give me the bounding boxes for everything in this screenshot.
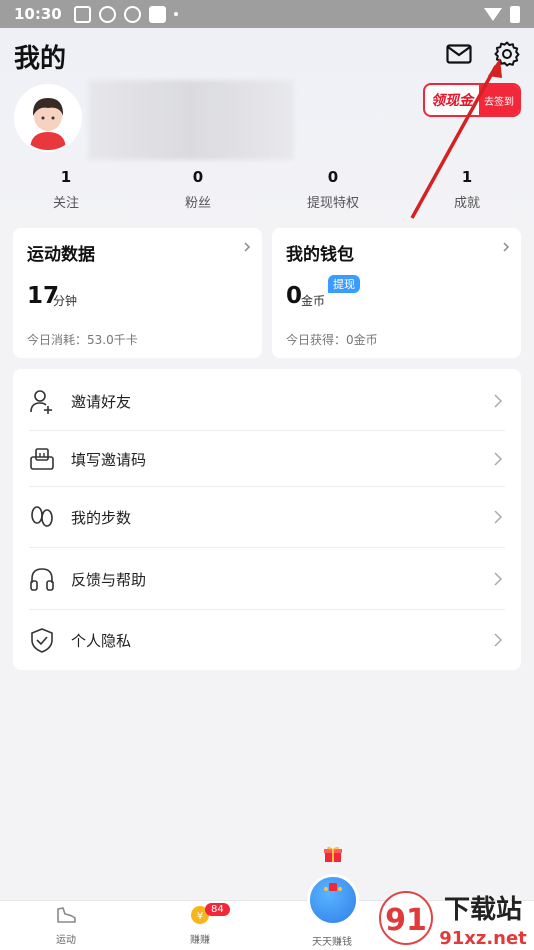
wallet-card-title: 我的钱包 [286,245,354,265]
menu-item-label: 邀请好友 [71,392,132,411]
battery-icon [510,5,520,23]
nav-tab-label: 天天赚钱 [312,937,352,948]
watermark-text-url: 91xz.net [439,928,527,949]
menu-item-feedback-help[interactable]: 反馈与帮助 [13,549,521,609]
chevron-right-icon [244,242,251,252]
wallet-today-earned: 今日获得：0金币 [286,333,378,347]
shield-check-icon [31,628,53,653]
gift-icon[interactable] [323,845,343,863]
menu-item-invite-friends[interactable]: 邀请好友 [13,371,521,431]
divider [29,547,505,548]
menu-item-invite-code[interactable]: 填写邀请码 [13,429,521,489]
wallet-coins-value: 0 [286,283,303,309]
wallet-card[interactable]: 我的钱包 提现 0 金币 今日获得：0金币 [272,228,521,358]
avatar-illustration [16,86,80,150]
stat-following[interactable]: 1 关注 [11,168,121,211]
stat-label: 关注 [52,196,79,211]
status-bar: 10:30 [0,0,534,28]
ball-decoration [324,883,342,891]
nav-tab-label: 运动 [56,935,76,946]
earn-ball-icon[interactable] [307,874,359,926]
app-notification-icon [123,5,141,23]
more-notifications-icon [173,12,178,16]
wifi-icon [484,7,502,21]
stat-value: 1 [60,168,72,186]
nav-tab-daily-earn[interactable]: 天天赚钱 [292,931,372,948]
stat-value: 0 [192,168,204,186]
chevron-right-icon [494,633,503,647]
sport-calories: 今日消耗：53.0千卡 [27,333,138,347]
headset-icon [30,568,54,591]
invite-code-icon [30,448,54,470]
app-notification-icon [98,5,116,23]
menu-item-label: 个人隐私 [71,631,132,650]
withdraw-tag[interactable]: 提现 [328,275,360,293]
sport-data-card[interactable]: 运动数据 17 分钟 今日消耗：53.0千卡 [13,228,262,358]
sport-minutes-unit: 分钟 [53,294,78,308]
svg-text:¥: ¥ [197,911,203,922]
status-time: 10:30 [14,5,62,23]
menu-item-label: 我的步数 [71,508,132,527]
earn-count-badge: 84 [205,903,230,916]
stat-label: 提现特权 [306,196,359,211]
chevron-right-icon [494,394,503,408]
invite-friend-icon [30,390,52,414]
menu-item-my-steps[interactable]: 我的步数 [13,487,521,547]
chevron-right-icon [494,510,503,524]
stat-label: 粉丝 [184,196,211,211]
watermark-text-cn: 下载站 [444,895,522,925]
nav-tab-sport[interactable]: 运动 [26,905,106,946]
shoe-icon [57,907,76,923]
stat-withdraw-privilege[interactable]: 0 提现特权 [278,168,388,211]
nav-tab-label: 赚赚 [190,935,210,946]
chevron-right-icon [503,242,510,252]
avatar[interactable] [14,84,82,152]
menu-item-label: 反馈与帮助 [71,570,147,589]
footprint-icon [31,506,53,527]
menu-item-privacy[interactable]: 个人隐私 [13,610,521,670]
stat-value: 0 [327,168,339,186]
menu-list: 邀请好友 填写邀请码 我的步数 反馈与帮助 个人隐私 [13,369,521,670]
menu-item-label: 填写邀请码 [71,450,147,469]
notification-icon [73,5,91,23]
username-blurred [88,80,294,160]
svg-text:91: 91 [385,903,427,938]
square-notification-icon [148,5,166,23]
site-watermark-logo: 91 下载站 91xz.net [379,891,527,949]
annotation-arrow [410,58,502,219]
sport-card-title: 运动数据 [27,245,95,265]
wallet-coins-unit: 金币 [301,294,326,308]
chevron-right-icon [494,572,503,586]
chevron-right-icon [494,452,503,466]
stat-followers[interactable]: 0 粉丝 [143,168,253,211]
page-title: 我的 [14,44,67,74]
